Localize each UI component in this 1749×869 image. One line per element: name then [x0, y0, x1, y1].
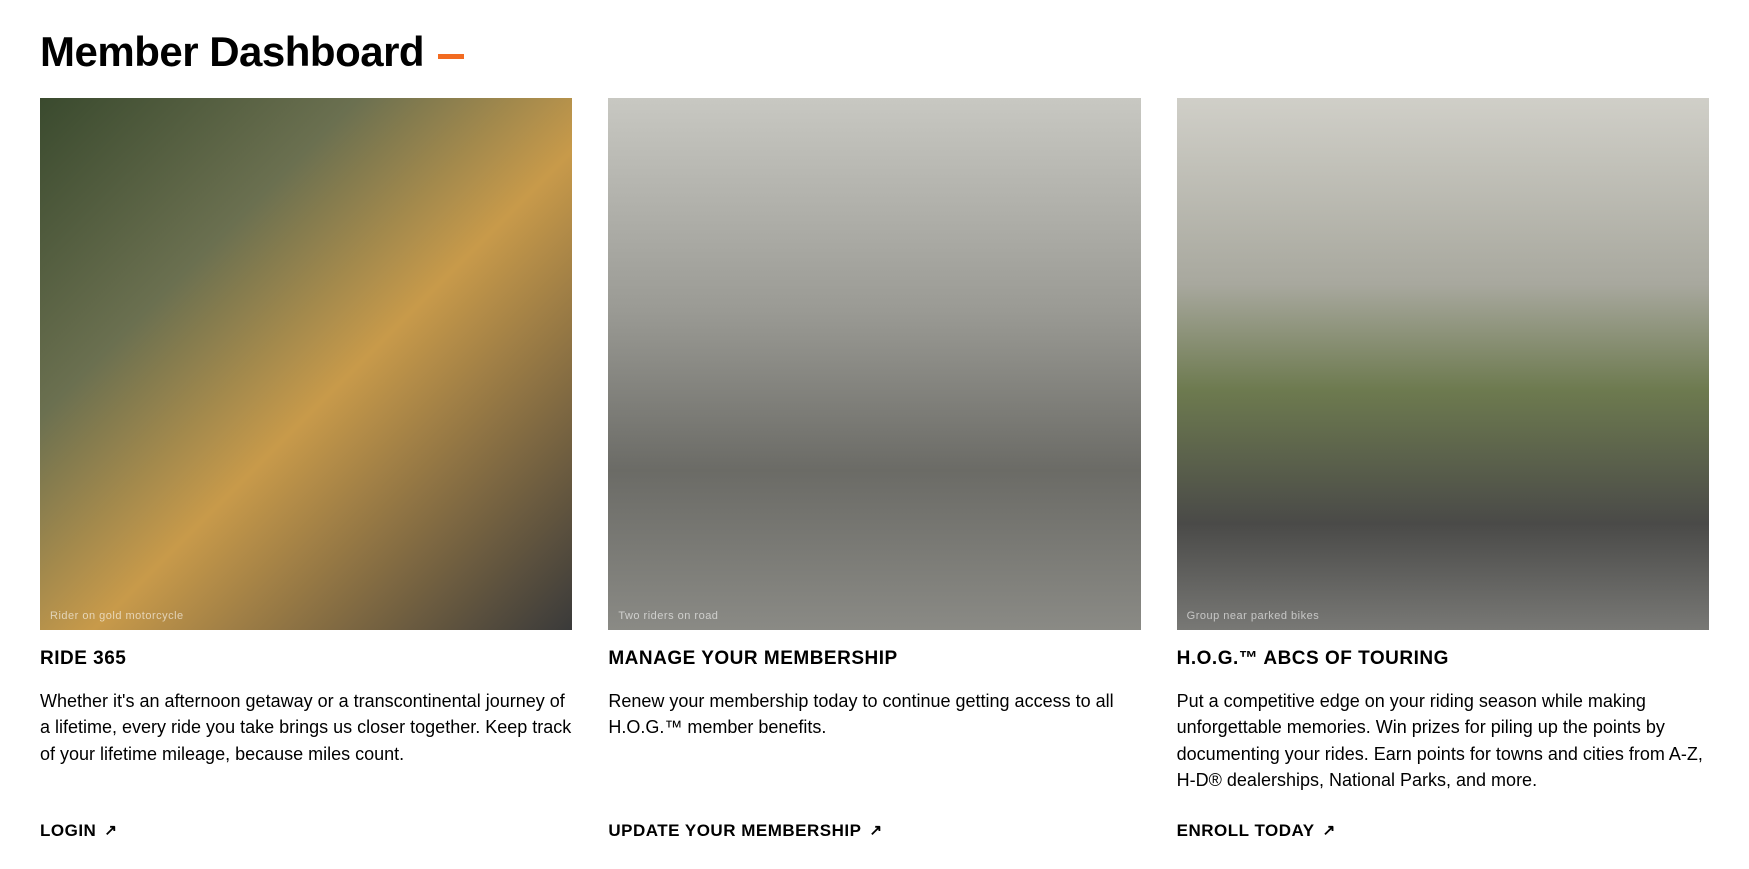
dashboard-cards: Rider on gold motorcycle RIDE 365 Whethe…: [40, 98, 1709, 841]
link-label: LOGIN: [40, 821, 96, 841]
card-manage-membership: Two riders on road MANAGE YOUR MEMBERSHI…: [608, 98, 1140, 841]
login-link[interactable]: LOGIN ↗: [40, 821, 572, 841]
card-image: Group near parked bikes: [1177, 98, 1709, 630]
arrow-up-right-icon: ↗: [1323, 823, 1336, 838]
card-title: MANAGE YOUR MEMBERSHIP: [608, 648, 1140, 670]
link-label: UPDATE YOUR MEMBERSHIP: [608, 821, 861, 841]
card-title: RIDE 365: [40, 648, 572, 670]
card-description: Whether it's an afternoon getaway or a t…: [40, 688, 572, 792]
enroll-today-link[interactable]: ENROLL TODAY ↗: [1177, 821, 1709, 841]
image-alt-label: Group near parked bikes: [1187, 610, 1320, 622]
title-dash-icon: [438, 54, 464, 59]
link-label: ENROLL TODAY: [1177, 821, 1315, 841]
image-alt-label: Two riders on road: [618, 610, 718, 622]
arrow-up-right-icon: ↗: [869, 823, 882, 838]
card-abcs-touring: Group near parked bikes H.O.G.™ ABCS OF …: [1177, 98, 1709, 841]
card-description: Renew your membership today to continue …: [608, 688, 1140, 792]
image-alt-label: Rider on gold motorcycle: [50, 610, 184, 622]
card-image: Rider on gold motorcycle: [40, 98, 572, 630]
card-description: Put a competitive edge on your riding se…: [1177, 688, 1709, 792]
page-title: Member Dashboard: [40, 28, 1709, 76]
arrow-up-right-icon: ↗: [104, 823, 117, 838]
page-title-text: Member Dashboard: [40, 28, 424, 76]
card-title: H.O.G.™ ABCS OF TOURING: [1177, 648, 1709, 670]
update-membership-link[interactable]: UPDATE YOUR MEMBERSHIP ↗: [608, 821, 1140, 841]
card-ride-365: Rider on gold motorcycle RIDE 365 Whethe…: [40, 98, 572, 841]
card-image: Two riders on road: [608, 98, 1140, 630]
